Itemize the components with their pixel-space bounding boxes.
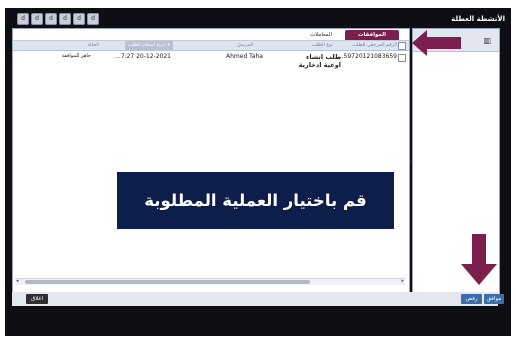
window-control-icon[interactable]: d	[45, 13, 57, 25]
header-status[interactable]: الحالة	[88, 41, 99, 50]
tab-bar: الموافقات المعلقة المعاملات المرفوضة	[13, 29, 409, 48]
instruction-banner: قم باختيار العملية المطلوبة	[117, 172, 394, 229]
row-ref: ...59720121083659	[337, 53, 397, 60]
header-date[interactable]: ▾ تاريخ استلام الطلب	[124, 41, 173, 50]
close-button[interactable]: اغلاق	[26, 294, 48, 304]
window-control-icon[interactable]: d	[87, 13, 99, 25]
select-all-checkbox[interactable]	[398, 42, 406, 50]
pointer-arrow-down-icon	[461, 234, 497, 285]
scroll-left-icon[interactable]: ◂	[16, 278, 19, 284]
header-ref[interactable]: الرقم المرجعي للطلب	[352, 41, 397, 50]
window-title: الأنشطة العطلة	[451, 15, 505, 23]
row-from: Ahmed Taha	[226, 53, 263, 60]
tab-rejected-transactions[interactable]: المعاملات المرفوضة	[295, 30, 347, 48]
window-control-icon[interactable]: d	[31, 13, 43, 25]
table-row[interactable]: ...59720121083659 طلب انشاء اوعية ادخاري…	[13, 51, 409, 71]
action-bar: اغلاق رفض موافق	[12, 292, 504, 306]
scroll-thumb[interactable]	[25, 280, 310, 284]
row-checkbox[interactable]	[398, 54, 406, 62]
window-control-icon[interactable]: d	[17, 13, 29, 25]
pointer-arrow-left-icon	[412, 30, 461, 56]
window-control-icon[interactable]: d	[59, 13, 71, 25]
window-controls: d d d d d d	[17, 13, 99, 25]
grid-header: الرقم المرجعي للطلب نوع الطلب المرسل ▾ ت…	[13, 41, 409, 51]
row-status: جاهز للموافقة	[61, 53, 91, 59]
header-from[interactable]: المرسل	[237, 41, 253, 50]
book-icon[interactable]: ▥	[483, 36, 491, 45]
header-type[interactable]: نوع الطلب	[312, 41, 333, 50]
header-date-label: تاريخ استلام الطلب	[127, 43, 167, 48]
tab-pending-approvals[interactable]: الموافقات المعلقة	[345, 30, 399, 48]
window-control-icon[interactable]: d	[73, 13, 85, 25]
row-date: ...7:27 20-12-2021	[115, 53, 171, 60]
title-bar: d d d d d d الأنشطة العطلة	[5, 8, 511, 30]
main-pane: الموافقات المعلقة المعاملات المرفوضة الر…	[12, 28, 410, 296]
approve-button[interactable]: موافق	[484, 294, 504, 304]
row-type: طلب انشاء اوعية ادخارية	[298, 53, 341, 69]
sort-desc-icon: ▾	[166, 43, 170, 48]
reject-button[interactable]: رفض	[461, 294, 482, 304]
horizontal-scrollbar[interactable]: ◂ ▸	[15, 278, 405, 285]
scroll-right-icon[interactable]: ▸	[401, 278, 404, 284]
